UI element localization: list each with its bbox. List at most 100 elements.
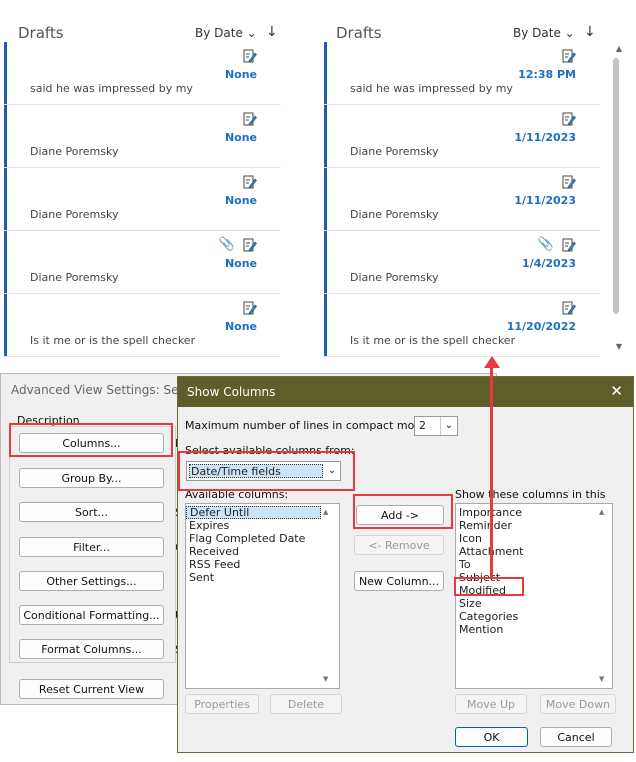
shown-column-item[interactable]: Attachment — [456, 545, 612, 558]
scrollbar-thumb[interactable] — [613, 58, 619, 314]
unread-indicator — [4, 168, 7, 230]
scrollbar-down-icon[interactable]: ▼ — [599, 675, 604, 683]
move-up-button[interactable]: Move Up — [455, 694, 527, 714]
scrollbar-down-icon[interactable]: ▼ — [616, 342, 622, 351]
shown-column-item[interactable]: Categories — [456, 610, 612, 623]
sort-label: By Date — [513, 26, 561, 40]
sort-by-date-button[interactable]: By Date ⌄ — [513, 26, 575, 40]
dialog-title: Show Columns — [187, 385, 276, 399]
unread-indicator — [4, 294, 7, 356]
shown-column-item[interactable]: Reminder — [456, 519, 612, 532]
scrollbar-up-icon[interactable]: ▲ — [616, 44, 622, 53]
item-date: 1/11/2023 — [514, 131, 576, 144]
draft-edit-icon — [562, 237, 576, 252]
left-mail-list: Drafts By Date ⌄ ↓ None said he was impre… — [0, 0, 293, 358]
item-preview: Diane Poremsky — [30, 271, 119, 284]
draft-edit-icon — [243, 111, 257, 126]
sort-direction-arrow-icon[interactable]: ↓ — [266, 24, 278, 40]
properties-button[interactable]: Properties — [185, 694, 259, 714]
new-column-button[interactable]: New Column... — [354, 571, 444, 591]
unread-indicator — [4, 231, 7, 293]
available-column-item[interactable]: Sent — [186, 571, 339, 584]
dialog-title: Advanced View Settings: Sent T — [11, 383, 202, 397]
sort-by-date-button[interactable]: By Date ⌄ — [195, 26, 257, 40]
draft-edit-icon — [243, 174, 257, 189]
item-date: None — [224, 194, 257, 207]
scrollbar-up-icon[interactable]: ▲ — [599, 508, 604, 516]
item-preview: Is it me or is the spell checker — [350, 334, 516, 347]
move-down-button[interactable]: Move Down — [540, 694, 616, 714]
available-column-item[interactable]: Received — [186, 545, 339, 558]
max-lines-select[interactable]: 2 ⌄ — [414, 416, 458, 436]
item-date: 12:38 PM — [518, 68, 576, 81]
message-list: None said he was impressed by my None Diane… — [4, 42, 281, 357]
available-column-item[interactable]: Defer Until — [186, 506, 321, 519]
unread-indicator — [4, 105, 7, 167]
draft-edit-icon — [562, 48, 576, 63]
reset-current-view-button[interactable]: Reset Current View — [19, 679, 164, 699]
list-item[interactable]: 📎 None Diane Poremsky — [4, 231, 281, 294]
paperclip-icon: 📎 — [218, 237, 235, 252]
list-item[interactable]: None Diane Poremsky — [4, 105, 281, 168]
show-columns-dialog: Show Columns ✕ Maximum number of lines i… — [177, 376, 634, 753]
item-preview: said he was impressed by my — [350, 82, 513, 95]
draft-edit-icon — [562, 174, 576, 189]
item-date: 11/20/2022 — [506, 320, 576, 333]
chevron-down-icon: ⌄ — [564, 26, 575, 40]
highlight-columns-button — [9, 423, 173, 457]
unread-indicator — [324, 105, 327, 167]
paperclip-icon: 📎 — [537, 237, 554, 252]
available-column-item[interactable]: Expires — [186, 519, 339, 532]
draft-edit-icon — [243, 237, 257, 252]
shown-column-item[interactable]: Size — [456, 597, 612, 610]
list-item[interactable]: None Diane Poremsky — [4, 168, 281, 231]
draft-edit-icon — [562, 111, 576, 126]
item-preview: said he was impressed by my — [30, 82, 193, 95]
dialog-titlebar: Show Columns ✕ — [178, 377, 633, 407]
ok-button[interactable]: OK — [455, 727, 528, 747]
sort-label: By Date — [195, 26, 243, 40]
cancel-button[interactable]: Cancel — [540, 727, 612, 747]
draft-edit-icon — [562, 300, 576, 315]
available-column-item[interactable]: RSS Feed — [186, 558, 339, 571]
shown-column-item[interactable]: Icon — [456, 532, 612, 545]
list-item[interactable]: 📎 1/4/2023 Diane Poremsky — [324, 231, 600, 294]
scrollbar-up-icon[interactable]: ▲ — [323, 508, 328, 516]
list-item[interactable]: 12:38 PM said he was impressed by my — [324, 42, 600, 105]
available-column-item[interactable]: Flag Completed Date — [186, 532, 339, 545]
item-preview: Diane Poremsky — [350, 208, 439, 221]
unread-indicator — [4, 42, 7, 104]
shown-columns-list[interactable]: ImportanceReminderIconAttachmentToSubjec… — [455, 503, 613, 689]
shown-column-item[interactable]: Mention — [456, 623, 612, 636]
chevron-down-icon: ⌄ — [246, 26, 257, 40]
list-item[interactable]: 1/11/2023 Diane Poremsky — [324, 105, 600, 168]
list-item[interactable]: None Is it me or is the spell checker — [4, 294, 281, 357]
item-preview: Is it me or is the spell checker — [30, 334, 196, 347]
unread-indicator — [324, 294, 327, 356]
highlight-add-button — [353, 494, 453, 529]
delete-button[interactable]: Delete — [270, 694, 342, 714]
shown-column-item[interactable]: Importance — [456, 506, 612, 519]
item-date: 1/4/2023 — [522, 257, 576, 270]
item-date: 1/11/2023 — [514, 194, 576, 207]
list-item[interactable]: None said he was impressed by my — [4, 42, 281, 105]
sort-direction-arrow-icon[interactable]: ↓ — [584, 24, 596, 40]
item-date: None — [224, 320, 257, 333]
shown-column-item[interactable]: To — [456, 558, 612, 571]
list-item[interactable]: 1/11/2023 Diane Poremsky — [324, 168, 600, 231]
item-date: None — [224, 131, 257, 144]
list-item[interactable]: 11/20/2022 Is it me or is the spell check… — [324, 294, 600, 357]
folder-title: Drafts — [336, 24, 382, 42]
remove-column-button[interactable]: <- Remove — [354, 535, 444, 555]
unread-indicator — [324, 42, 327, 104]
right-mail-list: Drafts By Date ⌄ ↓ 12:38 PM said he was i… — [320, 0, 636, 358]
available-columns-list[interactable]: Defer Until Expires Flag Completed Date Rec… — [185, 503, 340, 689]
item-preview: Diane Poremsky — [30, 208, 119, 221]
draft-edit-icon — [243, 48, 257, 63]
scrollbar-down-icon[interactable]: ▼ — [323, 675, 328, 683]
draft-edit-icon — [243, 300, 257, 315]
close-icon[interactable]: ✕ — [610, 382, 623, 400]
item-preview: Diane Poremsky — [30, 145, 119, 158]
unread-indicator — [324, 168, 327, 230]
description-panel — [9, 426, 176, 663]
